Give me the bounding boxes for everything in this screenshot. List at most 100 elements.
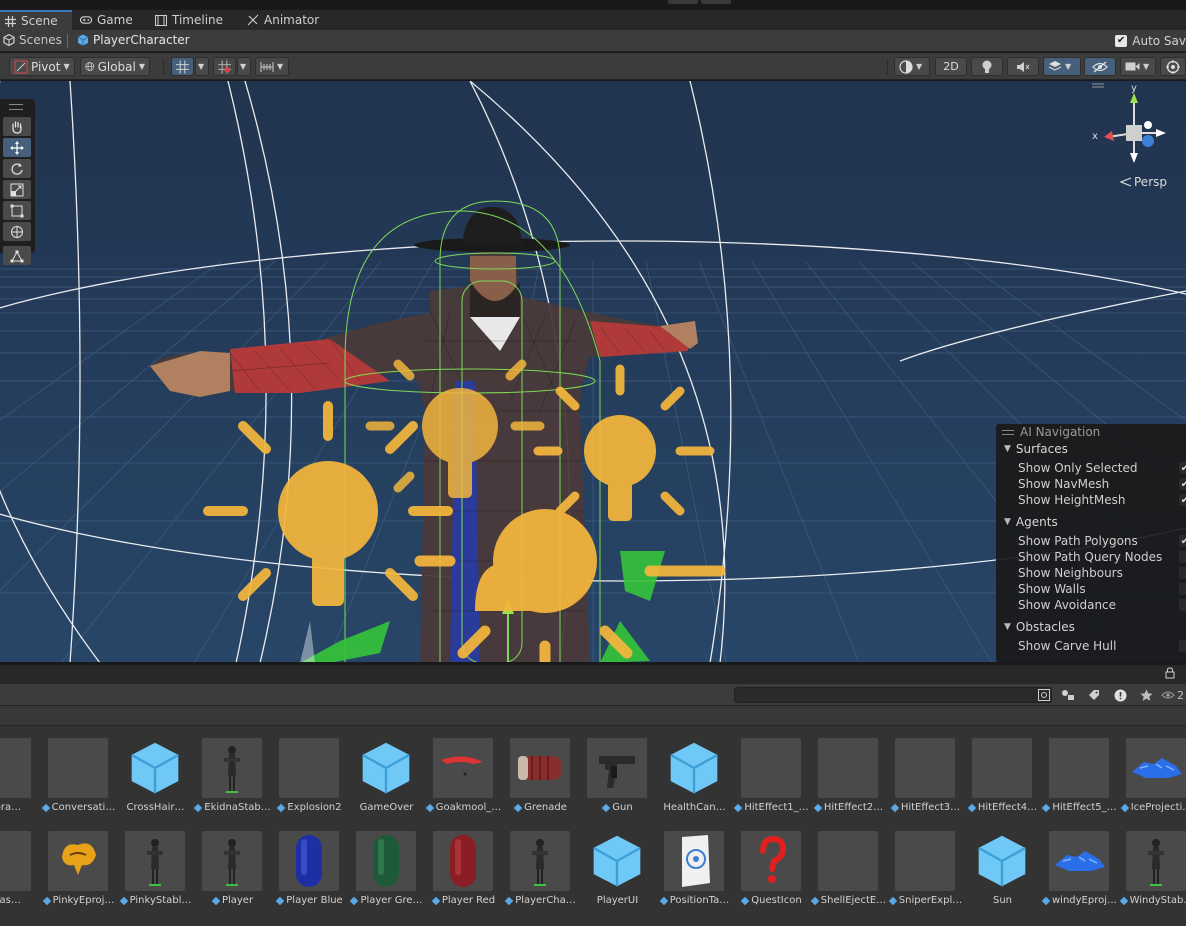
pivot-dropdown[interactable]: Pivot ▼ [9, 57, 75, 76]
asset-item[interactable]: Player Gre… [348, 819, 425, 909]
autosave-checkbox[interactable]: ✔ [1115, 35, 1128, 47]
move-tool-button[interactable] [3, 138, 31, 157]
asset-item[interactable]: GameOver [348, 726, 425, 816]
asset-item[interactable]: PinkyStabl… [117, 819, 194, 909]
camera-dropdown[interactable]: ▼ [1120, 57, 1156, 76]
projection-toggle[interactable]: Persp [1120, 175, 1167, 189]
drag-handle-icon[interactable] [9, 104, 23, 110]
asset-item[interactable]: CrossHair… [117, 726, 194, 816]
show-navmesh-checkbox[interactable]: ✔ [1179, 478, 1186, 490]
asset-item[interactable]: Player [194, 819, 271, 909]
scene-viewport[interactable]: y x Persp AI Navigation ▼ Surfaces Show … [0, 81, 1186, 663]
asset-item[interactable]: PinkyEproj… [40, 819, 117, 909]
asset-item[interactable]: HealthCan… [656, 726, 733, 816]
asset-label: EkidnaStab… [194, 802, 271, 813]
show-heightmesh-checkbox[interactable]: ✔ [1179, 494, 1186, 506]
show-walls-checkbox[interactable] [1179, 583, 1186, 595]
grid-snap-menu[interactable]: ▼ [195, 57, 209, 76]
autosave-toggle[interactable]: ✔ Auto Sav [1115, 34, 1186, 48]
increment-snap-toggle[interactable] [213, 57, 236, 76]
show-neighbours-checkbox[interactable] [1179, 567, 1186, 579]
show-carve-hull-checkbox[interactable] [1179, 640, 1186, 652]
asset-item[interactable]: Player Blue [271, 819, 348, 909]
filter-window-icon [1038, 689, 1050, 701]
hidden-objects-toggle[interactable] [1084, 57, 1116, 76]
show-path-polygons-checkbox[interactable]: ✔ [1179, 535, 1186, 547]
section-surfaces[interactable]: ▼ Surfaces [1004, 442, 1068, 456]
asset-item[interactable]: Player Red [425, 819, 502, 909]
asset-item[interactable]: WindyStab… [1118, 819, 1186, 909]
tab-animator[interactable]: Animator [243, 10, 327, 30]
rotate-tool-button[interactable] [3, 159, 31, 178]
ai-navigation-header[interactable]: AI Navigation [1002, 425, 1100, 439]
asset-item[interactable]: dSpra… [0, 726, 40, 816]
asset-label: Goakmool_… [425, 802, 502, 813]
asset-label-text: HitEffect4… [977, 802, 1038, 813]
asset-label-text: Grenade [524, 802, 567, 813]
asset-item[interactable]: PositionTa… [656, 819, 733, 909]
lock-icon[interactable] [1165, 667, 1175, 679]
asset-item[interactable]: ShellEjectE… [810, 819, 887, 909]
asset-item[interactable]: HitEffect1_… [733, 726, 810, 816]
custom-tool-button[interactable] [3, 246, 31, 265]
section-agents[interactable]: ▼ Agents [1004, 515, 1058, 529]
filter-by-label-button[interactable] [1084, 687, 1104, 703]
breadcrumb-current-label: PlayerCharacter [93, 33, 190, 47]
asset-item[interactable]: IceProjecti… [1118, 726, 1186, 816]
asset-item[interactable]: Gun [579, 726, 656, 816]
hidden-packages-toggle[interactable]: 2 [1161, 687, 1186, 703]
global-dropdown[interactable]: Global ▼ [80, 57, 150, 76]
asset-item[interactable]: Conversati… [40, 726, 117, 816]
search-by-type-button[interactable] [1034, 687, 1054, 703]
tab-game[interactable]: Game [76, 10, 141, 30]
asset-item[interactable]: Sun [964, 819, 1041, 909]
effects-dropdown[interactable]: ▼ [1043, 57, 1081, 76]
asset-item[interactable]: QuestIcon [733, 819, 810, 909]
favorites-button[interactable] [1136, 687, 1156, 703]
audio-toggle[interactable] [1007, 57, 1039, 76]
asset-item[interactable]: HitEffect4… [964, 726, 1041, 816]
asset-label: HitEffect1_… [733, 802, 810, 813]
asset-label-text: Gun [612, 802, 633, 813]
grid-snap-toggle[interactable] [171, 57, 194, 76]
gizmos-toggle[interactable] [1160, 57, 1186, 76]
asset-item[interactable]: Explosion2 [271, 726, 348, 816]
lighting-toggle[interactable] [971, 57, 1003, 76]
asset-item[interactable]: HitEffect3… [887, 726, 964, 816]
asset-item[interactable]: windyEproj… [1041, 819, 1118, 909]
transform-tool-button[interactable] [3, 222, 31, 241]
ruler-toggle[interactable]: ▼ [255, 57, 289, 76]
asset-label-text: Explosion2 [287, 802, 342, 813]
asset-item[interactable]: PlayerUI [579, 819, 656, 909]
asset-item[interactable]: Goakmool_… [425, 726, 502, 816]
asset-label: Gun [579, 802, 656, 813]
asset-item[interactable]: SniperExpl… [887, 819, 964, 909]
tab-scene[interactable]: Scene [0, 10, 72, 30]
hand-tool-button[interactable] [3, 117, 31, 136]
asset-thumbnail [510, 831, 570, 891]
draw-mode-dropdown[interactable]: ▼ [894, 57, 930, 76]
asset-item[interactable]: leFlas… [0, 819, 40, 909]
log-type-filter-button[interactable] [1110, 687, 1130, 703]
asset-label: PinkyEproj… [40, 895, 117, 906]
breadcrumb-current[interactable]: PlayerCharacter [77, 33, 190, 47]
asset-item[interactable]: HitEffect2… [810, 726, 887, 816]
asset-item[interactable]: HitEffect5_… [1041, 726, 1118, 816]
search-input[interactable] [734, 687, 1052, 703]
show-avoidance-checkbox[interactable] [1179, 599, 1186, 611]
section-obstacles[interactable]: ▼ Obstacles [1004, 620, 1075, 634]
tab-timeline[interactable]: Timeline [151, 10, 231, 30]
breadcrumb-scenes[interactable]: Scenes [3, 33, 62, 47]
filter-by-type-button[interactable] [1058, 687, 1078, 703]
scale-tool-button[interactable] [3, 180, 31, 199]
asset-item[interactable]: EkidnaStab… [194, 726, 271, 816]
asset-item[interactable]: Grenade [502, 726, 579, 816]
increment-snap-icon [218, 60, 231, 73]
show-path-query-nodes-checkbox[interactable] [1179, 551, 1186, 563]
rect-tool-button[interactable] [3, 201, 31, 220]
show-only-selected-checkbox[interactable]: ✔ [1179, 462, 1186, 474]
asset-label-text: EkidnaStab… [204, 802, 271, 813]
asset-item[interactable]: PlayerCha… [502, 819, 579, 909]
mode-2d-toggle[interactable]: 2D [935, 57, 967, 76]
increment-snap-menu[interactable]: ▼ [237, 57, 251, 76]
